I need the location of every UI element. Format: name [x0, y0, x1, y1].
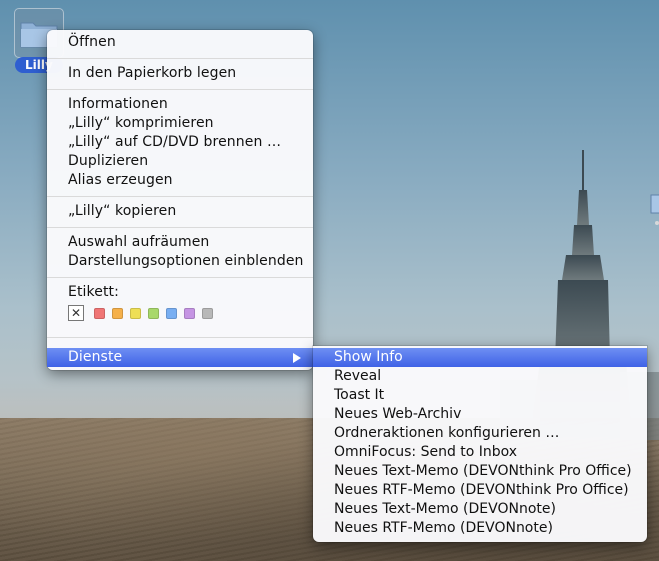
menu-item-open[interactable]: Öffnen	[47, 33, 313, 52]
menu-separator	[47, 58, 313, 59]
menu-item-get-info[interactable]: Informationen	[47, 95, 313, 114]
menu-item-services-label: Dienste	[68, 349, 123, 365]
label-yellow-swatch[interactable]	[130, 308, 141, 319]
service-rtf-memo-devonthink[interactable]: Neues RTF-Memo (DEVONthink Pro Office)	[313, 481, 647, 500]
label-green-swatch[interactable]	[148, 308, 159, 319]
context-menu: Öffnen In den Papierkorb legen Informati…	[47, 30, 313, 370]
menu-item-services[interactable]: Dienste	[47, 348, 313, 367]
menu-item-move-to-trash[interactable]: In den Papierkorb legen	[47, 64, 313, 83]
label-none-button[interactable]: ✕	[68, 305, 84, 321]
service-new-web-archive[interactable]: Neues Web-Archiv	[313, 405, 647, 424]
label-blue-swatch[interactable]	[166, 308, 177, 319]
service-text-memo-devonthink[interactable]: Neues Text-Memo (DEVONthink Pro Office)	[313, 462, 647, 481]
service-reveal[interactable]: Reveal	[313, 367, 647, 386]
menu-item-duplicate[interactable]: Duplizieren	[47, 152, 313, 171]
label-red-swatch[interactable]	[94, 308, 105, 319]
service-text-memo-devonnote[interactable]: Neues Text-Memo (DEVONnote)	[313, 500, 647, 519]
service-omnifocus-send-to-inbox[interactable]: OmniFocus: Send to Inbox	[313, 443, 647, 462]
service-show-info[interactable]: Show Info	[313, 348, 647, 367]
service-rtf-memo-devonnote[interactable]: Neues RTF-Memo (DEVONnote)	[313, 519, 647, 538]
menu-item-copy[interactable]: „Lilly“ kopieren	[47, 202, 313, 221]
menu-item-show-view-options[interactable]: Darstellungsoptionen einblenden	[47, 252, 313, 271]
service-toast-it[interactable]: Toast It	[313, 386, 647, 405]
submenu-arrow-icon	[293, 353, 301, 363]
partial-folder-icon	[650, 194, 659, 225]
menu-separator	[47, 227, 313, 228]
services-submenu: Show Info Reveal Toast It Neues Web-Arch…	[313, 346, 647, 542]
menu-item-make-alias[interactable]: Alias erzeugen	[47, 171, 313, 190]
service-configure-folder-actions[interactable]: Ordneraktionen konfigurieren …	[313, 424, 647, 443]
menu-separator	[47, 337, 313, 338]
label-orange-swatch[interactable]	[112, 308, 123, 319]
menu-item-compress[interactable]: „Lilly“ komprimieren	[47, 114, 313, 133]
label-gray-swatch[interactable]	[202, 308, 213, 319]
menu-separator	[47, 277, 313, 278]
menu-item-label-heading: Etikett:	[68, 284, 119, 300]
menu-item-clean-up-selection[interactable]: Auswahl aufräumen	[47, 233, 313, 252]
menu-separator	[47, 196, 313, 197]
menu-separator	[47, 89, 313, 90]
menu-item-burn-to-disc[interactable]: „Lilly“ auf CD/DVD brennen …	[47, 133, 313, 152]
label-purple-swatch[interactable]	[184, 308, 195, 319]
